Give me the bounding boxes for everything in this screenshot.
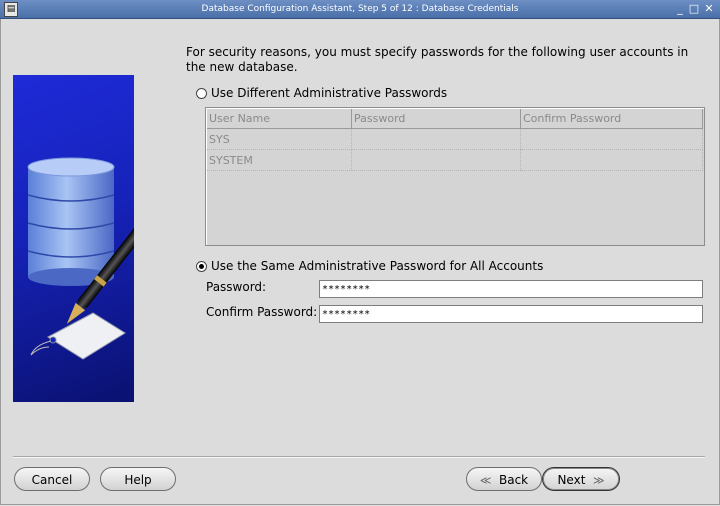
help-button-label: Help xyxy=(124,473,152,487)
different-passwords-label: Use Different Administrative Passwords xyxy=(211,86,448,100)
next-arrow-icon: ≫ xyxy=(593,474,605,487)
user-name-cell: SYSTEM xyxy=(207,149,352,171)
different-passwords-radio[interactable] xyxy=(196,87,207,99)
next-button[interactable]: Next ≫ xyxy=(542,467,620,491)
user-password-table: User Name Password Confirm Password SYS … xyxy=(205,107,705,246)
confirm-password-label: Confirm Password: xyxy=(206,305,318,319)
column-header-confirm-password: Confirm Password xyxy=(520,109,703,129)
same-password-option[interactable]: Use the Same Administrative Password for… xyxy=(196,259,543,273)
password-label: Password: xyxy=(206,280,267,294)
database-illustration xyxy=(13,75,134,402)
cancel-button-label: Cancel xyxy=(31,473,73,487)
confirm-password-cell xyxy=(520,149,703,171)
table-row: SYS xyxy=(207,128,703,150)
user-name-cell: SYS xyxy=(207,128,352,150)
next-button-label: Next xyxy=(557,473,586,487)
password-cell xyxy=(351,149,521,171)
help-button[interactable]: Help xyxy=(100,467,176,491)
intro-text: For security reasons, you must specify p… xyxy=(186,45,689,74)
back-button[interactable]: ≪ Back xyxy=(466,467,542,491)
window-title: Database Configuration Assistant, Step 5… xyxy=(201,4,519,14)
back-arrow-icon: ≪ xyxy=(479,474,492,487)
same-password-label: Use the Same Administrative Password for… xyxy=(211,259,544,273)
password-cell xyxy=(351,128,521,150)
table-row: SYSTEM xyxy=(207,149,703,171)
cancel-button[interactable]: Cancel xyxy=(14,467,90,491)
button-separator xyxy=(13,456,705,458)
column-header-password: Password xyxy=(351,109,521,129)
database-pen-icon xyxy=(27,157,134,360)
title-bar: ▤ Database Configuration Assistant, Step… xyxy=(0,0,720,19)
confirm-password-cell xyxy=(520,128,703,150)
column-header-user-name: User Name xyxy=(207,109,352,129)
different-passwords-option[interactable]: Use Different Administrative Passwords xyxy=(196,86,447,100)
back-button-label: Back xyxy=(499,473,529,487)
same-password-radio[interactable] xyxy=(196,260,207,272)
close-icon[interactable]: ✕ xyxy=(703,0,715,18)
minimize-icon[interactable]: _ xyxy=(674,0,686,18)
password-field[interactable]: ******** xyxy=(319,280,703,298)
maximize-icon[interactable]: □ xyxy=(688,0,700,18)
confirm-password-field[interactable]: ******** xyxy=(319,305,703,323)
